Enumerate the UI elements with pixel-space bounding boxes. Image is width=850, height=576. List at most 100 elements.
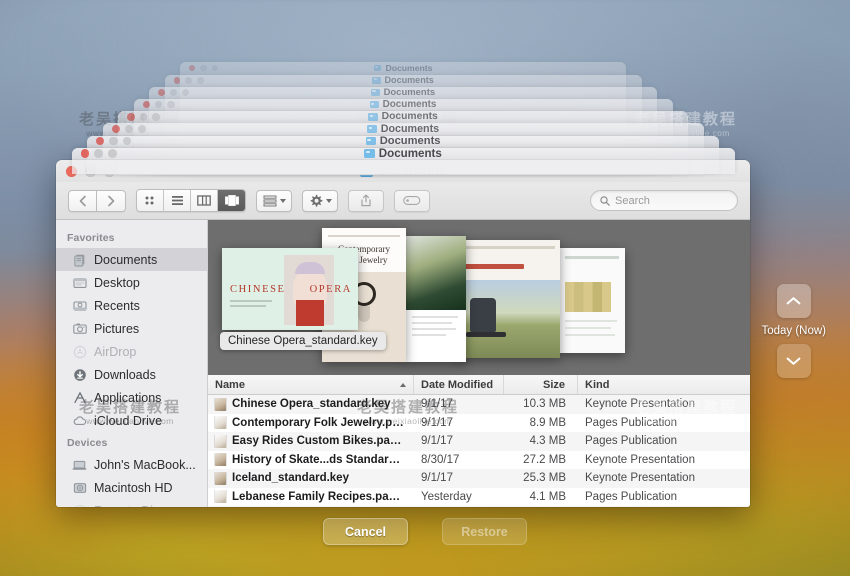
file-list-header[interactable]: Name Date Modified Size Kind (208, 375, 750, 395)
sidebar-item-label: Pictures (94, 321, 140, 336)
stack-window-title-text: Documents (378, 147, 442, 160)
finder-window[interactable]: Documents (56, 160, 750, 507)
cell-date-modified: 9/1/17 (421, 435, 453, 448)
sidebar-item-documents[interactable]: Documents (56, 248, 207, 271)
sidebar-item-recents[interactable]: Recents (56, 294, 207, 317)
sidebar-item-pictures[interactable]: Pictures (56, 317, 207, 340)
list-view-button[interactable] (164, 190, 191, 211)
column-header-date[interactable]: Date Modified (414, 375, 504, 394)
share-button[interactable] (348, 189, 384, 212)
cell-date-modified: 9/1/17 (421, 398, 453, 411)
sidebar-item-downloads[interactable]: Downloads (56, 363, 207, 386)
back-button[interactable] (68, 189, 97, 212)
gallery-thumb-skate[interactable] (456, 240, 560, 358)
arrange-button[interactable] (256, 189, 292, 212)
file-list[interactable]: Name Date Modified Size Kind Chinese Opera_… (208, 375, 750, 507)
sidebar-item-remote-disc[interactable]: Remote Disc (56, 499, 207, 507)
sort-ascending-icon (400, 382, 406, 387)
timeline-down-button[interactable] (776, 344, 811, 378)
stack-window-titlebar: Documents (149, 86, 657, 100)
keynote-file-icon (215, 471, 226, 485)
keynote-file-icon (215, 397, 226, 411)
sidebar-item-john-s-macbook[interactable]: John's MacBook... (56, 453, 207, 476)
finder-sidebar[interactable]: Favorites Documents Desktop Recents Pictures… (56, 220, 208, 507)
laptop-icon (72, 457, 87, 472)
stack-window-titlebar: Documents (102, 123, 704, 136)
stack-window-title: Documents (72, 147, 735, 160)
stack-window-titlebar: Documents (180, 62, 626, 75)
sidebar-item-macintosh-hd[interactable]: Macintosh HD (56, 476, 207, 499)
sidebar-item-label: Remote Disc (94, 504, 166, 508)
gallery-thumb-opera-title1: CHINESE (230, 284, 286, 295)
table-row[interactable]: Chinese Opera_standard.key 9/1/17 10.3 MB K… (208, 395, 750, 414)
restore-button[interactable]: Restore (442, 518, 527, 545)
recents-icon (72, 298, 87, 313)
table-row[interactable]: History of Skate...ds Standard.key 8/30/1… (208, 450, 750, 469)
folder-icon (365, 137, 376, 146)
folder-icon (368, 113, 378, 121)
column-header-size[interactable]: Size (504, 375, 578, 394)
gallery-view-button[interactable] (218, 190, 245, 211)
cell-name: Iceland_standard.key (208, 471, 414, 485)
tag-button[interactable] (394, 189, 430, 212)
timeline-up-button[interactable] (776, 284, 811, 318)
cell-name: Chinese Opera_standard.key (208, 397, 414, 411)
view-mode-segmented-control[interactable] (136, 189, 246, 212)
icloud-icon (72, 413, 87, 428)
keynote-file-icon (215, 453, 226, 467)
gallery-thumb-bikes[interactable] (404, 236, 466, 362)
airdrop-icon (72, 344, 87, 359)
sidebar-item-airdrop[interactable]: AirDrop (56, 340, 207, 363)
sidebar-item-label: iCloud Drive (94, 413, 163, 428)
finder-content: Contemporary Folk Jewelry CHINESE OPERA (208, 220, 750, 507)
file-name: Lebanese Family Recipes.pages (232, 490, 407, 503)
stack-window-title-text: Documents (383, 86, 436, 98)
stack-window-title: Documents (134, 99, 673, 110)
stack-window-title: Documents (103, 123, 704, 135)
stack-window-8[interactable]: Documents (71, 147, 735, 175)
gallery-thumb-numbers[interactable] (559, 248, 625, 353)
cell-kind: Pages Publication (585, 490, 678, 503)
cell-kind: Pages Publication (585, 435, 678, 448)
column-header-kind[interactable]: Kind (578, 375, 750, 394)
navigation-buttons[interactable] (68, 189, 126, 212)
action-bar[interactable]: Cancel Restore (0, 518, 850, 545)
cell-name: History of Skate...ds Standard.key (208, 453, 414, 467)
cancel-button[interactable]: Cancel (323, 518, 408, 545)
remote-disc-icon (72, 503, 87, 507)
sidebar-item-label: Macintosh HD (94, 480, 173, 495)
table-row[interactable]: Easy Rides Custom Bikes.pages 9/1/17 4.3 M… (208, 432, 750, 451)
sidebar-item-icloud-drive[interactable]: iCloud Drive (56, 409, 207, 432)
gallery-thumb-chinese-opera[interactable]: CHINESE OPERA (222, 248, 358, 330)
gallery-preview[interactable]: Contemporary Folk Jewelry CHINESE OPERA (208, 220, 750, 375)
column-view-button[interactable] (191, 190, 218, 211)
cell-date-modified: 9/1/17 (421, 472, 453, 485)
file-list-body[interactable]: Chinese Opera_standard.key 9/1/17 10.3 MB K… (208, 395, 750, 507)
timemachine-screen: Documents Documents Documents Documents Docu… (0, 0, 850, 576)
cell-size: 10.3 MB (523, 398, 566, 411)
gallery-thumb-opera-title2: OPERA (309, 284, 352, 295)
sidebar-item-applications[interactable]: Applications (56, 386, 207, 409)
sidebar-item-desktop[interactable]: Desktop (56, 271, 207, 294)
chevron-up-icon (786, 297, 801, 305)
search-input[interactable]: Search (590, 190, 738, 211)
table-row[interactable]: Contemporary Folk Jewelry.pages 9/1/17 8.9… (208, 413, 750, 432)
column-header-label: Name (215, 378, 245, 391)
stack-window-title: Documents (87, 136, 719, 147)
sidebar-item-label: AirDrop (94, 344, 137, 359)
search-placeholder: Search (615, 194, 650, 207)
finder-toolbar[interactable]: Search (56, 182, 750, 220)
file-name: Iceland_standard.key (232, 472, 349, 485)
cell-size: 27.2 MB (523, 453, 566, 466)
action-button[interactable] (302, 189, 338, 212)
chevron-left-icon (79, 195, 86, 206)
icon-view-button[interactable] (137, 190, 164, 211)
cell-date-modified: 8/30/17 (421, 453, 460, 466)
table-row[interactable]: Iceland_standard.key 9/1/17 25.3 MB Keynote… (208, 469, 750, 488)
table-row[interactable]: Lebanese Family Recipes.pages Yesterday 4.… (208, 487, 750, 506)
timeline-controls[interactable]: Today (Now) (761, 284, 826, 378)
column-header-name[interactable]: Name (208, 375, 414, 394)
desktop-icon (72, 275, 87, 290)
forward-button[interactable] (97, 189, 126, 212)
table-row[interactable]: Pacific Crest Trail.numbers9/1/172.9 MBN… (208, 506, 750, 507)
